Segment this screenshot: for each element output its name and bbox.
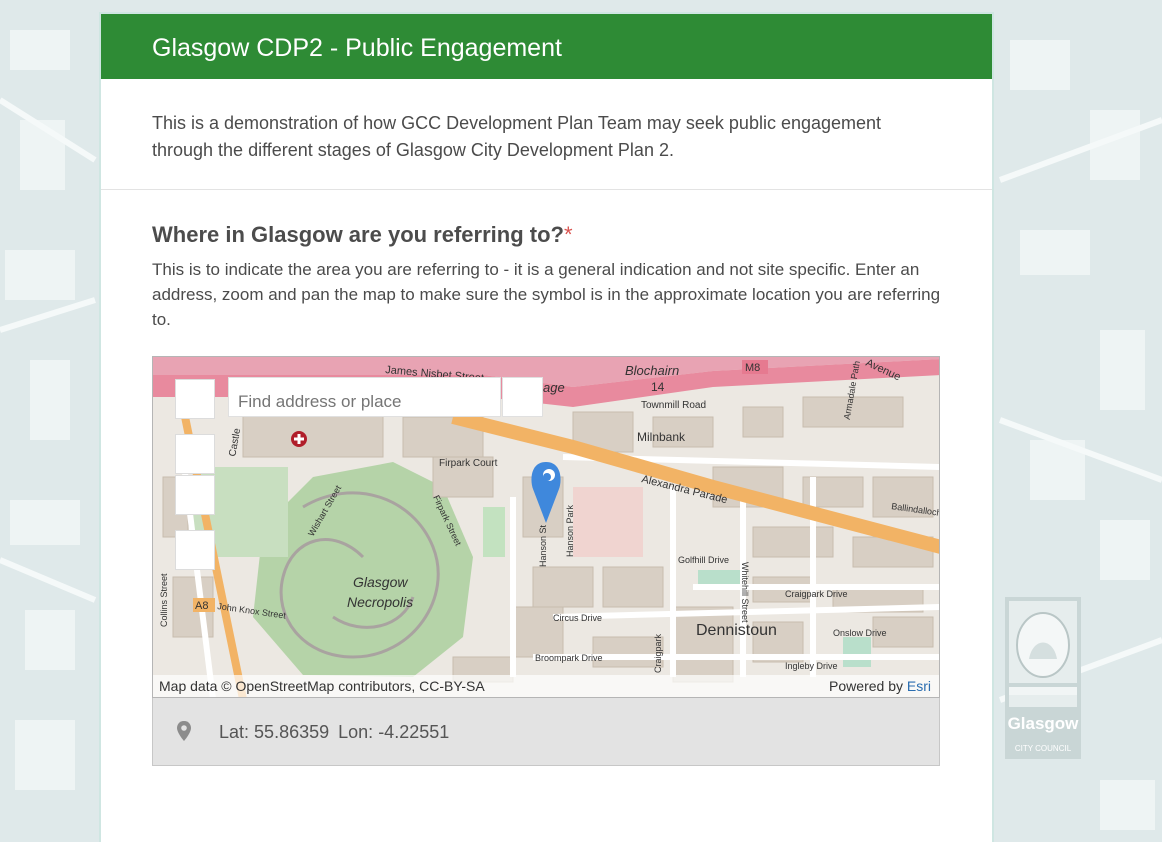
- map-attribution: Map data © OpenStreetMap contributors, C…: [153, 675, 939, 697]
- label-blochairn: Blochairn: [625, 363, 679, 378]
- label-craigpark: Craigpark: [653, 633, 663, 673]
- logo-name: Glasgow: [1008, 714, 1080, 733]
- logo-subtitle: CITY COUNCIL: [1015, 744, 1072, 753]
- attribution-text: Map data © OpenStreetMap contributors, C…: [159, 678, 485, 694]
- intro-text: This is a demonstration of how GCC Devel…: [152, 113, 882, 160]
- powered-by-label: Powered by: [829, 678, 903, 694]
- esri-link[interactable]: Esri: [907, 678, 931, 694]
- lat-value: 55.86359: [254, 722, 330, 742]
- label-collins: Collins Street: [159, 573, 169, 627]
- lat-label: Lat:: [219, 722, 250, 742]
- form-card: Glasgow CDP2 - Public Engagement This is…: [99, 12, 994, 842]
- label-golfhill: Golfhill Drive: [678, 555, 729, 565]
- coordinates-bar: Lat: 55.86359 Lon: -4.22551: [152, 698, 940, 766]
- search-button[interactable]: [502, 377, 543, 417]
- page-title: Glasgow CDP2 - Public Engagement: [152, 34, 562, 62]
- label-circus: Circus Drive: [553, 613, 602, 623]
- question-label: Where in Glasgow are you referring to?: [152, 222, 564, 247]
- label-glasgow: Glasgow: [353, 574, 408, 590]
- label-whitehill: Whitehill Street: [740, 562, 750, 623]
- label-dennistoun: Dennistoun: [696, 622, 777, 639]
- glasgow-city-council-logo: Glasgow CITY COUNCIL: [1005, 597, 1081, 759]
- coordinates-text: Lat: 55.86359 Lon: -4.22551: [219, 722, 449, 743]
- lon-label: Lon:: [338, 722, 374, 742]
- page-header: Glasgow CDP2 - Public Engagement: [101, 14, 992, 79]
- label-gage: age: [543, 380, 565, 395]
- required-marker: *: [563, 222, 573, 247]
- label-m8: M8: [745, 362, 760, 374]
- label-a8: A8: [195, 600, 208, 612]
- question-description: This is to indicate the area you are ref…: [152, 260, 941, 329]
- zoom-in-button[interactable]: [175, 434, 215, 474]
- label-broompark: Broompark Drive: [535, 653, 603, 663]
- home-button[interactable]: [175, 379, 215, 419]
- section-divider: [101, 189, 992, 190]
- label-necropolis: Necropolis: [347, 594, 413, 610]
- label-hanson-park: Hanson Park: [565, 504, 575, 557]
- label-ingleby: Ingleby Drive: [785, 661, 838, 671]
- zoom-out-button[interactable]: [175, 475, 215, 515]
- lon-value: -4.22551: [378, 722, 450, 742]
- label-townmill: Townmill Road: [641, 400, 706, 411]
- search-input[interactable]: [228, 377, 501, 417]
- label-craigpark-drive: Craigpark Drive: [785, 589, 848, 599]
- map-pin-icon: [177, 721, 191, 741]
- powered-by: Powered by Esri: [829, 678, 931, 694]
- label-milnbank: Milnbank: [637, 430, 686, 444]
- label-firpark-court: Firpark Court: [439, 458, 498, 469]
- location-map[interactable]: James Nisbet Street Blochairn M8 14 Aven…: [152, 356, 940, 698]
- question-title: Where in Glasgow are you referring to?*: [152, 222, 573, 248]
- label-onslow: Onslow Drive: [833, 628, 887, 638]
- label-junction-14: 14: [651, 380, 665, 394]
- locate-button[interactable]: [175, 530, 215, 570]
- label-hanson-st: Hanson St: [538, 524, 548, 567]
